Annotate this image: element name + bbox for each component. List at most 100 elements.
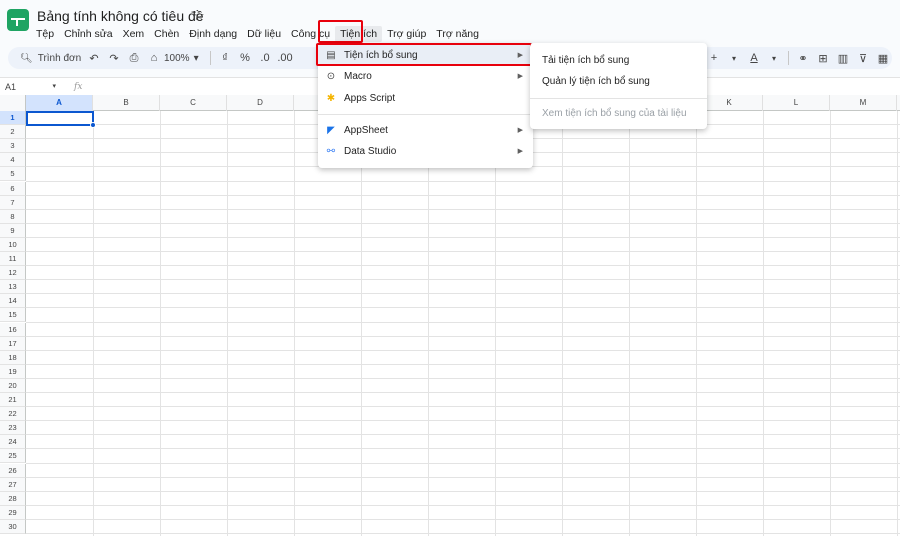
row-header-20[interactable]: 20 — [0, 378, 26, 393]
grid-row-line — [26, 208, 900, 210]
row-header-24[interactable]: 24 — [0, 435, 26, 450]
grid-row-line — [26, 377, 900, 379]
grid-row-line — [26, 533, 900, 534]
currency-button[interactable]: ₫ — [215, 52, 235, 64]
row-header-1[interactable]: 1 — [0, 111, 26, 125]
paint-format-icon[interactable]: ⌂ — [144, 52, 164, 64]
column-header-c[interactable]: C — [160, 95, 227, 111]
fx-icon: fx — [74, 81, 83, 92]
grid-row-line — [26, 194, 900, 196]
percent-button[interactable]: % — [235, 52, 255, 64]
chevron-down-icon[interactable]: ▾ — [893, 54, 900, 63]
document-title[interactable]: Bảng tính không có tiêu đề — [37, 8, 204, 24]
chevron-right-icon: ▶ — [517, 73, 523, 80]
row-header-6[interactable]: 6 — [0, 181, 26, 196]
chart-icon[interactable]: ▥ — [833, 52, 853, 65]
menu-item-macro[interactable]: ⊙ Macro ▶ — [318, 66, 533, 86]
menu-item-manage-addons[interactable]: Quản lý tiện ích bổ sung — [530, 71, 707, 91]
undo-icon[interactable]: ↶ — [84, 52, 104, 65]
row-header-9[interactable]: 9 — [0, 223, 26, 238]
decrease-decimal-button[interactable]: .0 — [255, 52, 275, 64]
row-header-18[interactable]: 18 — [0, 350, 26, 365]
row-header-5[interactable]: 5 — [0, 167, 26, 182]
star-icon[interactable]: ☆ — [193, 8, 205, 24]
row-header-2[interactable]: 2 — [0, 125, 26, 140]
sheets-logo-icon[interactable] — [7, 9, 29, 31]
menu-item-appsheet[interactable]: ◤ AppSheet ▶ — [318, 120, 533, 140]
row-header-17[interactable]: 17 — [0, 336, 26, 351]
grid-row-line — [26, 236, 900, 238]
row-header-22[interactable]: 22 — [0, 407, 26, 422]
grid-row-line — [26, 406, 900, 408]
grid-column-line — [629, 111, 630, 536]
comment-icon[interactable]: ⊞ — [813, 52, 833, 65]
row-header-13[interactable]: 13 — [0, 280, 26, 295]
selected-cell-a1[interactable] — [26, 111, 94, 126]
grid-row-line — [26, 321, 900, 323]
row-header-14[interactable]: 14 — [0, 294, 26, 309]
row-header-29[interactable]: 29 — [0, 505, 26, 520]
row-header-26[interactable]: 26 — [0, 463, 26, 478]
row-header-23[interactable]: 23 — [0, 421, 26, 436]
column-header-l[interactable]: L — [763, 95, 830, 111]
grid-row-line — [26, 293, 900, 295]
chevron-down-icon[interactable]: ▾ — [764, 54, 784, 63]
row-header-12[interactable]: 12 — [0, 266, 26, 281]
increase-decimal-button[interactable]: .00 — [275, 52, 295, 64]
menu-format[interactable]: Định dạng — [184, 26, 242, 42]
name-box[interactable]: A1 ▾ — [0, 82, 60, 92]
text-color-icon[interactable]: A — [744, 52, 764, 64]
row-header-15[interactable]: 15 — [0, 308, 26, 323]
fill-handle[interactable] — [90, 122, 96, 128]
zoom-select[interactable]: 100% ▾ — [164, 53, 206, 64]
menu-file[interactable]: Tệp — [36, 26, 59, 42]
row-header-21[interactable]: 21 — [0, 393, 26, 407]
row-header-11[interactable]: 11 — [0, 252, 26, 266]
row-header-10[interactable]: 10 — [0, 237, 26, 252]
row-header-30[interactable]: 30 — [0, 519, 26, 534]
menu-help[interactable]: Trợ giúp — [382, 26, 431, 42]
menu-item-apps-script[interactable]: ✱ Apps Script — [318, 88, 533, 108]
column-header-a[interactable]: A — [26, 95, 93, 111]
grid-column-line — [763, 111, 764, 536]
grid-row-line — [26, 448, 900, 450]
grid-row-line — [26, 251, 900, 252]
filter-icon[interactable]: ⊽ — [853, 52, 873, 65]
row-header-3[interactable]: 3 — [0, 139, 26, 154]
redo-icon[interactable]: ↷ — [104, 52, 124, 65]
row-header-7[interactable]: 7 — [0, 195, 26, 210]
grid-row-line — [26, 180, 900, 182]
menu-view[interactable]: Xem — [118, 26, 150, 42]
print-icon[interactable]: ⎙ — [124, 52, 144, 65]
row-header-19[interactable]: 19 — [0, 364, 26, 379]
column-header-b[interactable]: B — [93, 95, 160, 111]
menu-data[interactable]: Dữ liệu — [242, 26, 286, 42]
row-header-25[interactable]: 25 — [0, 449, 26, 464]
grid-column-line — [696, 111, 697, 536]
menu-edit[interactable]: Chỉnh sửa — [59, 26, 117, 42]
table-icon[interactable]: ▦ — [873, 52, 893, 65]
menu-insert[interactable]: Chèn — [149, 26, 184, 42]
row-header-16[interactable]: 16 — [0, 322, 26, 337]
select-all-corner[interactable] — [0, 95, 26, 111]
row-header-27[interactable]: 27 — [0, 477, 26, 492]
menu-accessibility[interactable]: Trợ năng — [431, 26, 484, 42]
menu-search[interactable]: 🔍︎ Trình đơn — [8, 53, 84, 64]
toolbar-right-group: + ▾ A ▾ ⚭ ⊞ ▥ ⊽ ▦ ▾ Σ — [704, 47, 900, 69]
add-icon[interactable]: + — [704, 52, 724, 64]
sheets-app: Bảng tính không có tiêu đề ☆ Tệp Chỉnh s… — [0, 0, 900, 536]
column-header-d[interactable]: D — [227, 95, 294, 111]
row-header-8[interactable]: 8 — [0, 209, 26, 224]
grid-column-line — [495, 111, 496, 536]
chevron-down-icon[interactable]: ▾ — [724, 54, 744, 63]
grid-row-line — [26, 265, 900, 267]
menu-item-data-studio[interactable]: ⚯ Data Studio ▶ — [318, 141, 533, 161]
menu-item-get-addons[interactable]: Tải tiện ích bổ sung — [530, 50, 707, 70]
grid-row-line — [26, 392, 900, 393]
link-icon[interactable]: ⚭ — [793, 52, 813, 65]
toolbar-divider — [788, 51, 789, 65]
row-header-4[interactable]: 4 — [0, 153, 26, 168]
row-header-28[interactable]: 28 — [0, 491, 26, 506]
menu-search-label: Trình đơn — [37, 52, 82, 64]
column-header-m[interactable]: M — [830, 95, 897, 111]
